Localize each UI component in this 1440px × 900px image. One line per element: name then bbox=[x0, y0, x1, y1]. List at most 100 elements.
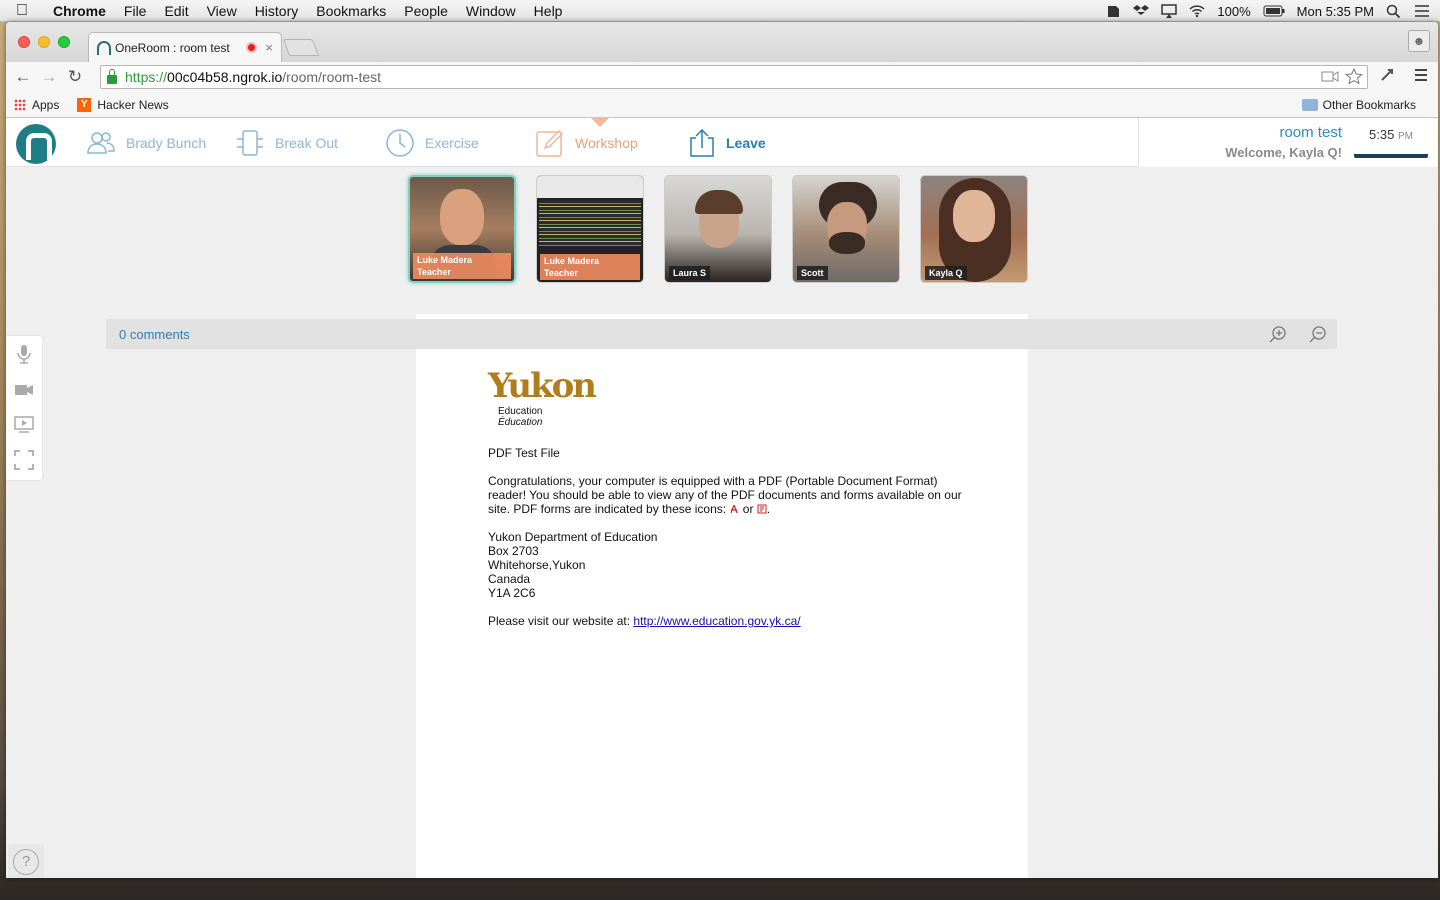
screen-share-icon[interactable] bbox=[14, 414, 34, 434]
website-link[interactable]: http://www.education.gov.yk.ca/ bbox=[633, 614, 800, 628]
reload-icon[interactable]: ↻ bbox=[62, 67, 88, 87]
nav-workshop-label: Workshop bbox=[575, 135, 638, 151]
menu-view[interactable]: View bbox=[198, 3, 246, 19]
profile-icon[interactable]: ☻ bbox=[1408, 30, 1430, 52]
close-window-button[interactable] bbox=[18, 36, 30, 48]
lock-icon bbox=[107, 68, 117, 84]
zoom-in-icon[interactable] bbox=[1269, 325, 1287, 343]
oneroom-favicon-icon bbox=[97, 40, 111, 55]
bookmark-apps[interactable]: Apps bbox=[14, 98, 59, 112]
tab-oneroom[interactable]: OneRoom : room test × bbox=[88, 32, 282, 62]
help-button[interactable]: ? bbox=[8, 844, 44, 878]
wifi-icon[interactable] bbox=[1189, 4, 1205, 18]
video-label: Luke Madera Teacher bbox=[540, 254, 640, 280]
zoom-window-button[interactable] bbox=[58, 36, 70, 48]
room-clock-time: 5:35 bbox=[1369, 127, 1395, 142]
room-clock-ampm: PM bbox=[1397, 131, 1413, 142]
document-address: Yukon Department of Education Box 2703 W… bbox=[488, 530, 968, 600]
nav-break-out[interactable]: Break Out bbox=[235, 128, 338, 158]
participant-name: Laura S bbox=[669, 266, 711, 280]
url-path: /room/room-test bbox=[282, 69, 382, 85]
screen-share-code bbox=[539, 200, 641, 246]
folder-icon bbox=[1301, 98, 1318, 111]
media-controls bbox=[6, 336, 42, 480]
menu-window[interactable]: Window bbox=[457, 3, 525, 19]
menu-help[interactable]: Help bbox=[525, 3, 572, 19]
video-tile[interactable]: Laura S bbox=[664, 175, 772, 283]
menu-bookmarks[interactable]: Bookmarks bbox=[307, 3, 395, 19]
video-tile[interactable]: Luke Madera Teacher bbox=[408, 175, 516, 283]
acrobat-icon bbox=[730, 504, 738, 514]
comments-count-link[interactable]: 0 comments bbox=[119, 327, 190, 342]
address-line: Whitehorse,Yukon bbox=[488, 558, 586, 572]
menu-history[interactable]: History bbox=[246, 3, 308, 19]
document-body-or: or bbox=[739, 502, 757, 516]
nav-exercise[interactable]: Exercise bbox=[385, 128, 479, 158]
participant-hair bbox=[695, 190, 743, 214]
zoom-out-icon[interactable] bbox=[1309, 325, 1327, 343]
help-icon: ? bbox=[13, 849, 39, 875]
url-scheme: https:// bbox=[125, 69, 168, 85]
notification-center-icon[interactable] bbox=[1414, 4, 1430, 18]
menu-app-name[interactable]: Chrome bbox=[44, 3, 115, 19]
visit-text: Please visit our website at: bbox=[488, 614, 634, 628]
bookmark-other-bookmarks[interactable]: Other Bookmarks bbox=[1301, 97, 1416, 112]
airplay-icon[interactable] bbox=[1161, 4, 1178, 18]
extension-icon[interactable] bbox=[1378, 66, 1396, 84]
fullscreen-icon[interactable] bbox=[14, 450, 34, 470]
video-tile[interactable]: Scott bbox=[792, 175, 900, 283]
menubar-clock[interactable]: Mon 5:35 PM bbox=[1297, 4, 1374, 19]
pdf-page: Yukon Education Éducation PDF Test File … bbox=[416, 314, 1028, 878]
tab-close-icon[interactable]: × bbox=[265, 40, 273, 55]
microphone-icon[interactable] bbox=[14, 344, 34, 364]
user-panel: room test Welcome, Kayla Q! 5:35 PM bbox=[1138, 118, 1438, 167]
pdf-content: Yukon Education Éducation PDF Test File … bbox=[488, 366, 968, 628]
apps-grid-icon bbox=[14, 98, 26, 111]
menu-file[interactable]: File bbox=[115, 3, 156, 19]
back-arrow-icon[interactable]: ← bbox=[10, 67, 36, 87]
logo-subtitle-french: Éducation bbox=[498, 417, 968, 428]
forward-arrow-icon[interactable]: → bbox=[36, 67, 62, 87]
nav-break-out-label: Break Out bbox=[275, 135, 339, 151]
address-line: Y1A 2C6 bbox=[488, 586, 536, 600]
browser-window: OneRoom : room test × ☻ ← → ↻ https://00… bbox=[6, 22, 1438, 878]
bookmark-hacker-news[interactable]: Y Hacker News bbox=[77, 97, 169, 112]
chrome-menu-icon[interactable] bbox=[1412, 66, 1430, 84]
logo-subtitle-english: Education bbox=[498, 406, 543, 417]
minimize-window-button[interactable] bbox=[38, 36, 50, 48]
nav-workshop[interactable]: Workshop bbox=[535, 128, 638, 158]
nav-brady-bunch[interactable]: Brady Bunch bbox=[86, 128, 206, 158]
participant-videos: Luke Madera Teacher Luke Madera Teacher … bbox=[408, 175, 1028, 283]
battery-percent: 100% bbox=[1217, 3, 1251, 19]
bookmark-star-icon[interactable] bbox=[1345, 68, 1363, 84]
pencil-icon bbox=[536, 129, 564, 157]
new-tab-button[interactable] bbox=[282, 39, 320, 56]
nav-leave[interactable]: Leave bbox=[688, 128, 766, 158]
pdf-form-icon bbox=[757, 504, 767, 514]
participant-name: Scott bbox=[797, 266, 828, 280]
bookmarks-bar: Apps Y Hacker News Other Bookmarks bbox=[6, 92, 1438, 118]
spotlight-search-icon[interactable] bbox=[1386, 4, 1402, 18]
recording-indicator-icon bbox=[246, 42, 258, 53]
bookmark-apps-label: Apps bbox=[32, 97, 60, 112]
dropbox-icon[interactable] bbox=[1133, 4, 1150, 18]
logo-subtitle-french-text: Éducation bbox=[498, 417, 543, 428]
document-title: PDF Test File bbox=[488, 446, 560, 460]
battery-icon[interactable] bbox=[1263, 4, 1285, 18]
browser-toolbar: ← → ↻ https://00c04b58.ngrok.io/room/roo… bbox=[6, 62, 1438, 92]
bookmark-other-label: Other Bookmarks bbox=[1322, 97, 1416, 112]
menu-edit[interactable]: Edit bbox=[155, 3, 197, 19]
video-label: Luke Madera Teacher bbox=[413, 253, 511, 279]
video-tile[interactable]: Kayla Q bbox=[920, 175, 1028, 283]
evernote-icon[interactable] bbox=[1105, 4, 1121, 18]
address-bar[interactable]: https://00c04b58.ngrok.io/room/room-test bbox=[100, 65, 1368, 89]
document-visit: Please visit our website at: http://www.… bbox=[488, 614, 968, 628]
comment-bar: 0 comments bbox=[106, 319, 1337, 349]
camera-indicator-icon[interactable] bbox=[1321, 68, 1339, 84]
menu-people[interactable]: People bbox=[395, 3, 457, 19]
oneroom-logo-icon[interactable] bbox=[16, 124, 56, 164]
apple-menu-icon[interactable]:  bbox=[0, 2, 44, 20]
video-camera-icon[interactable] bbox=[14, 380, 34, 400]
video-tile[interactable]: Luke Madera Teacher bbox=[536, 175, 644, 283]
participant-name: Kayla Q bbox=[925, 266, 967, 280]
